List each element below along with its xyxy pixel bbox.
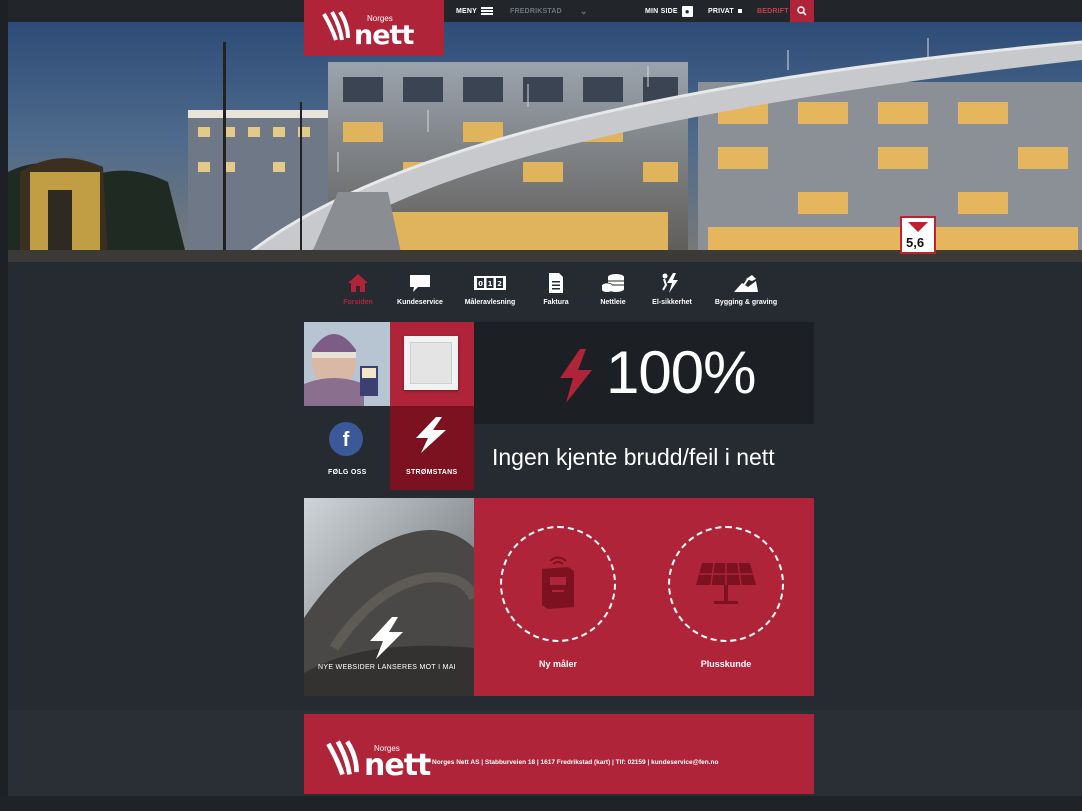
nav-label-kundeservice: Kundeservice	[397, 299, 443, 306]
min-side-button[interactable]: MIN SIDE ●	[645, 0, 693, 22]
logo[interactable]: Norges nett	[304, 0, 444, 56]
nav-label-el-sikkerhet: El-sikkerhet	[652, 299, 692, 306]
facebook-icon: f	[329, 422, 363, 456]
light-switch-icon	[404, 336, 458, 390]
lightning-icon	[560, 349, 592, 403]
privat-link[interactable]: PRIVAT	[708, 0, 742, 22]
solar-panel-icon	[696, 562, 756, 604]
news-photo-tile[interactable]: NYE WEBSIDER LANSERES MOT I MAI	[304, 498, 474, 696]
status-percent: 100%	[606, 339, 756, 406]
nav-label-faktura: Faktura	[543, 299, 569, 306]
svg-text:2: 2	[497, 280, 502, 288]
facebook-tile[interactable]: f FØLG OSS	[304, 406, 390, 490]
footer: Norges nett Norges Nett AS | Stabburveie…	[304, 714, 814, 794]
nav-item-forsiden[interactable]: Forsiden	[338, 272, 378, 306]
svg-text:1: 1	[488, 280, 493, 288]
footer-logo-nett-text: nett	[364, 748, 431, 783]
min-side-label: MIN SIDE	[645, 7, 678, 15]
privat-label: PRIVAT	[708, 7, 734, 15]
search-icon	[797, 6, 807, 16]
power-outage-label: STRØMSTANS	[406, 469, 458, 476]
winter-photo-tile[interactable]	[304, 322, 390, 406]
power-outage-tile[interactable]: STRØMSTANS	[390, 406, 474, 490]
nav-item-el-sikkerhet[interactable]: El-sikkerhet	[649, 272, 695, 306]
nav-item-kundeservice[interactable]: Kundeservice	[394, 272, 446, 306]
menu-label: MENY	[456, 7, 478, 15]
excavator-icon	[734, 275, 758, 292]
footer-logo-waves-icon[interactable]	[326, 738, 366, 778]
status-text: Ingen kjente brudd/feil i nett	[492, 444, 775, 470]
region-selector[interactable]: FREDRIKSTAD ⌄	[510, 0, 588, 22]
bedrift-label: BEDRIFT	[757, 7, 789, 15]
chat-icon	[410, 275, 430, 292]
invoice-icon	[549, 273, 563, 293]
page-edge	[0, 0, 8, 811]
logo-nett-text: nett	[354, 20, 414, 51]
meter-counter-icon: 0 1 2	[474, 276, 506, 290]
footer-contact-text: Norges Nett AS | Stabburveien 18 | 1617 …	[432, 759, 719, 766]
user-icon: ●	[681, 5, 693, 17]
plus-customer-label: Plusskunde	[700, 659, 752, 669]
nav-item-faktura[interactable]: Faktura	[538, 272, 574, 306]
follow-us-label: FØLG OSS	[328, 469, 367, 476]
page-bottom-bar	[0, 796, 1082, 811]
child-winter-photo	[304, 322, 390, 406]
nav-label-bygging-graving: Bygging & graving	[714, 299, 778, 306]
nav-label-forsiden: Forsiden	[343, 299, 373, 306]
chevron-down-icon: ⌄	[579, 5, 588, 16]
active-square-icon	[737, 9, 742, 13]
hamburger-icon	[481, 7, 494, 15]
region-label: FREDRIKSTAD	[510, 7, 562, 15]
news-label: NYE WEBSIDER LANSERES MOT I MAI	[318, 664, 456, 671]
menu-button[interactable]: MENY	[456, 0, 494, 22]
nav-item-nettleie[interactable]: Nettleie	[593, 272, 633, 306]
new-meter-label: Ny måler	[538, 659, 578, 669]
logo-waves-icon	[322, 10, 350, 41]
nav-item-bygging-graving[interactable]: Bygging & graving	[713, 272, 779, 306]
power-outage-lightning-icon	[416, 417, 446, 453]
nav-label-maleravlesning: Måleravlesning	[464, 299, 516, 306]
hero-image: 5,6	[8, 22, 1082, 262]
status-panel: 100% Ingen kjente brudd/feil i nett	[474, 322, 814, 490]
hero-cityscape	[8, 22, 1082, 262]
new-meter-button[interactable]: Ny måler	[498, 525, 622, 677]
light-switch-plate	[410, 342, 452, 384]
home-icon	[348, 274, 368, 292]
svg-text:0: 0	[478, 280, 483, 288]
nav-label-nettleie: Nettleie	[600, 299, 626, 306]
search-button[interactable]	[790, 0, 814, 22]
coins-icon	[601, 274, 624, 292]
plus-customer-button[interactable]: Plusskunde	[666, 525, 790, 677]
bedrift-link[interactable]: BEDRIFT	[757, 0, 789, 22]
smart-meter-icon	[542, 556, 574, 609]
nav-item-maleravlesning[interactable]: 0 1 2 Måleravlesning	[462, 272, 518, 306]
electric-hazard-icon	[662, 273, 678, 293]
light-switch-tile[interactable]	[390, 322, 474, 406]
road-sign-value: 5,6	[906, 235, 925, 250]
news-lightning-icon	[370, 617, 403, 659]
